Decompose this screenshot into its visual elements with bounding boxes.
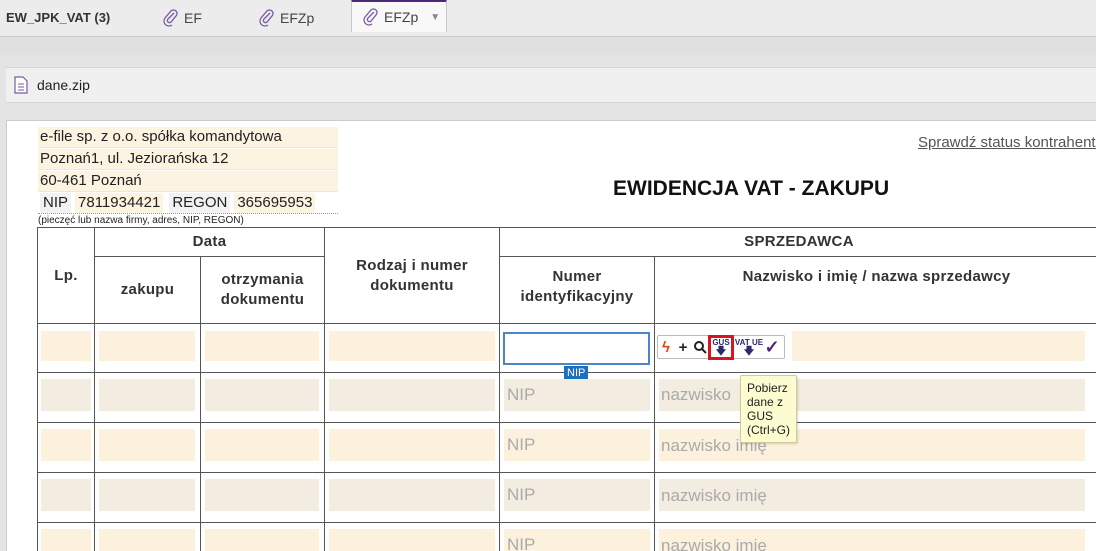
date-received-input[interactable] xyxy=(205,331,319,361)
tab-label: EFZp xyxy=(384,9,419,25)
lp-input[interactable] xyxy=(41,529,91,551)
document-number-input[interactable] xyxy=(329,331,495,361)
tab-bar: EW_JPK_VAT (3) EF EFZp EFZp ▼ xyxy=(0,0,1096,37)
nip-placeholder: NIP xyxy=(507,535,536,551)
nip-label: NIP xyxy=(40,193,72,213)
row-divider xyxy=(37,422,1096,423)
tab-label: EFZp xyxy=(280,9,315,26)
seller-name-input[interactable]: nazwisko xyxy=(659,379,1085,411)
regon-field[interactable]: 365695953 xyxy=(234,193,316,213)
nip-input[interactable]: NIP xyxy=(504,429,650,461)
nip-field[interactable]: 7811934421 xyxy=(75,193,164,213)
row-divider xyxy=(37,472,1096,473)
tab-ew-jpk-vat[interactable]: EW_JPK_VAT (3) xyxy=(6,0,110,35)
header-otrzymania-label: otrzymania dokumentu xyxy=(220,271,305,308)
paperclip-icon xyxy=(163,8,178,27)
header-numer: Numer identyfikacyjny xyxy=(499,256,655,324)
nip-placeholder: NIP xyxy=(507,385,536,404)
lp-input[interactable] xyxy=(41,379,91,411)
lp-input[interactable] xyxy=(41,429,91,461)
search-icon[interactable] xyxy=(692,336,708,358)
name-placeholder: nazwisko imię xyxy=(661,486,767,505)
document-form: e-file sp. z o.o. spółka komandytowa Poz… xyxy=(6,120,1096,551)
company-stamp: e-file sp. z o.o. spółka komandytowa Poz… xyxy=(38,127,338,226)
header-nazwisko: Nazwisko i imię / nazwa sprzedawcy xyxy=(654,256,1096,324)
header-nazwisko-label: Nazwisko i imię / nazwa sprzedawcy xyxy=(742,268,1011,285)
nip-input[interactable]: NIP xyxy=(504,479,650,511)
name-placeholder: nazwisko imię xyxy=(661,536,767,551)
gus-button[interactable]: GUS 🡇 xyxy=(708,334,734,360)
document-icon xyxy=(14,76,28,94)
header-data-label: Data xyxy=(192,233,227,250)
date-purchase-input[interactable] xyxy=(99,479,195,511)
date-received-input[interactable] xyxy=(205,379,319,411)
vat-ue-button[interactable]: VAT UE 🡇 xyxy=(734,336,764,358)
company-name-field[interactable]: e-file sp. z o.o. spółka komandytowa xyxy=(38,127,338,148)
tab-label: EF xyxy=(184,9,202,26)
nip-input-active[interactable] xyxy=(503,332,650,365)
document-number-input[interactable] xyxy=(329,429,495,461)
date-received-input[interactable] xyxy=(205,479,319,511)
header-rodzaj: Rodzaj i numer dokumentu xyxy=(324,227,500,324)
company-city-field[interactable]: 60-461 Poznań xyxy=(38,171,338,192)
lp-input[interactable] xyxy=(41,479,91,511)
date-received-input[interactable] xyxy=(205,529,319,551)
nip-input[interactable]: NIP xyxy=(504,379,650,411)
download-arrow-icon: 🡇 xyxy=(715,346,727,357)
date-received-input[interactable] xyxy=(205,429,319,461)
date-purchase-input[interactable] xyxy=(99,379,195,411)
regon-label: REGON xyxy=(169,193,231,213)
header-zakupu: zakupu xyxy=(94,256,201,324)
seller-name-input[interactable]: nazwisko imię xyxy=(659,429,1085,461)
header-lp-label: Lp. xyxy=(54,266,78,284)
toolbar-strip xyxy=(0,37,1096,55)
seller-name-input[interactable]: nazwisko imię xyxy=(659,479,1085,511)
download-arrow-icon: 🡇 xyxy=(743,346,755,357)
tab-efzp-active[interactable]: EFZp ▼ xyxy=(351,0,447,32)
nip-placeholder: NIP xyxy=(507,485,536,504)
nip-tag: NIP xyxy=(564,366,589,380)
date-purchase-input[interactable] xyxy=(99,331,195,361)
name-placeholder: nazwisko xyxy=(661,385,731,404)
chevron-down-icon[interactable]: ▼ xyxy=(430,12,440,23)
header-rodzaj-label: Rodzaj i numer dokumentu xyxy=(356,257,468,294)
document-number-input[interactable] xyxy=(329,379,495,411)
header-otrzymania: otrzymania dokumentu xyxy=(200,256,325,324)
paperclip-icon xyxy=(363,8,378,26)
seller-name-input[interactable] xyxy=(792,331,1085,361)
tab-efzp[interactable]: EFZp xyxy=(258,0,314,35)
seller-toolbar: ϟ + GUS 🡇 VAT UE 🡇 ✓ xyxy=(657,334,785,360)
lightning-icon[interactable]: ϟ xyxy=(658,336,674,358)
nip-placeholder: NIP xyxy=(507,435,536,454)
tab-label: EW_JPK_VAT (3) xyxy=(6,10,111,25)
file-name[interactable]: dane.zip xyxy=(37,77,90,93)
header-data: Data xyxy=(94,227,325,257)
seller-name-input[interactable]: nazwisko imię xyxy=(659,529,1085,551)
date-purchase-input[interactable] xyxy=(99,429,195,461)
header-sprzedawca: SPRZEDAWCA xyxy=(499,227,1096,257)
nip-input[interactable]: NIP xyxy=(504,529,650,551)
document-number-input[interactable] xyxy=(329,479,495,511)
check-contractor-status-link[interactable]: Sprawdź status kontrahenta xyxy=(918,134,1096,151)
paperclip-icon xyxy=(259,8,274,27)
gus-tooltip: Pobierz dane z GUS (Ctrl+G) xyxy=(740,375,797,443)
stamp-note: (pieczęć lub nazwa firmy, adres, NIP, RE… xyxy=(38,215,244,226)
lp-input[interactable] xyxy=(41,331,91,361)
attachment-bar[interactable]: dane.zip xyxy=(6,67,1096,103)
row-divider xyxy=(37,522,1096,523)
header-lp: Lp. xyxy=(37,227,95,324)
date-purchase-input[interactable] xyxy=(99,529,195,551)
company-address-field[interactable]: Poznań1, ul. Jeziorańska 12 xyxy=(38,149,338,170)
document-number-input[interactable] xyxy=(329,529,495,551)
tab-ef[interactable]: EF xyxy=(162,0,202,35)
header-zakupu-label: zakupu xyxy=(120,281,175,298)
add-icon[interactable]: + xyxy=(674,336,692,358)
page-title: EWIDENCJA VAT - ZAKUPU xyxy=(613,177,890,200)
header-sprzedawca-label: SPRZEDAWCA xyxy=(744,233,854,250)
check-icon[interactable]: ✓ xyxy=(764,336,780,358)
header-numer-label: Numer identyfikacyjny xyxy=(520,268,634,305)
company-ids: NIP 7811934421 REGON 365695953 xyxy=(38,193,338,214)
